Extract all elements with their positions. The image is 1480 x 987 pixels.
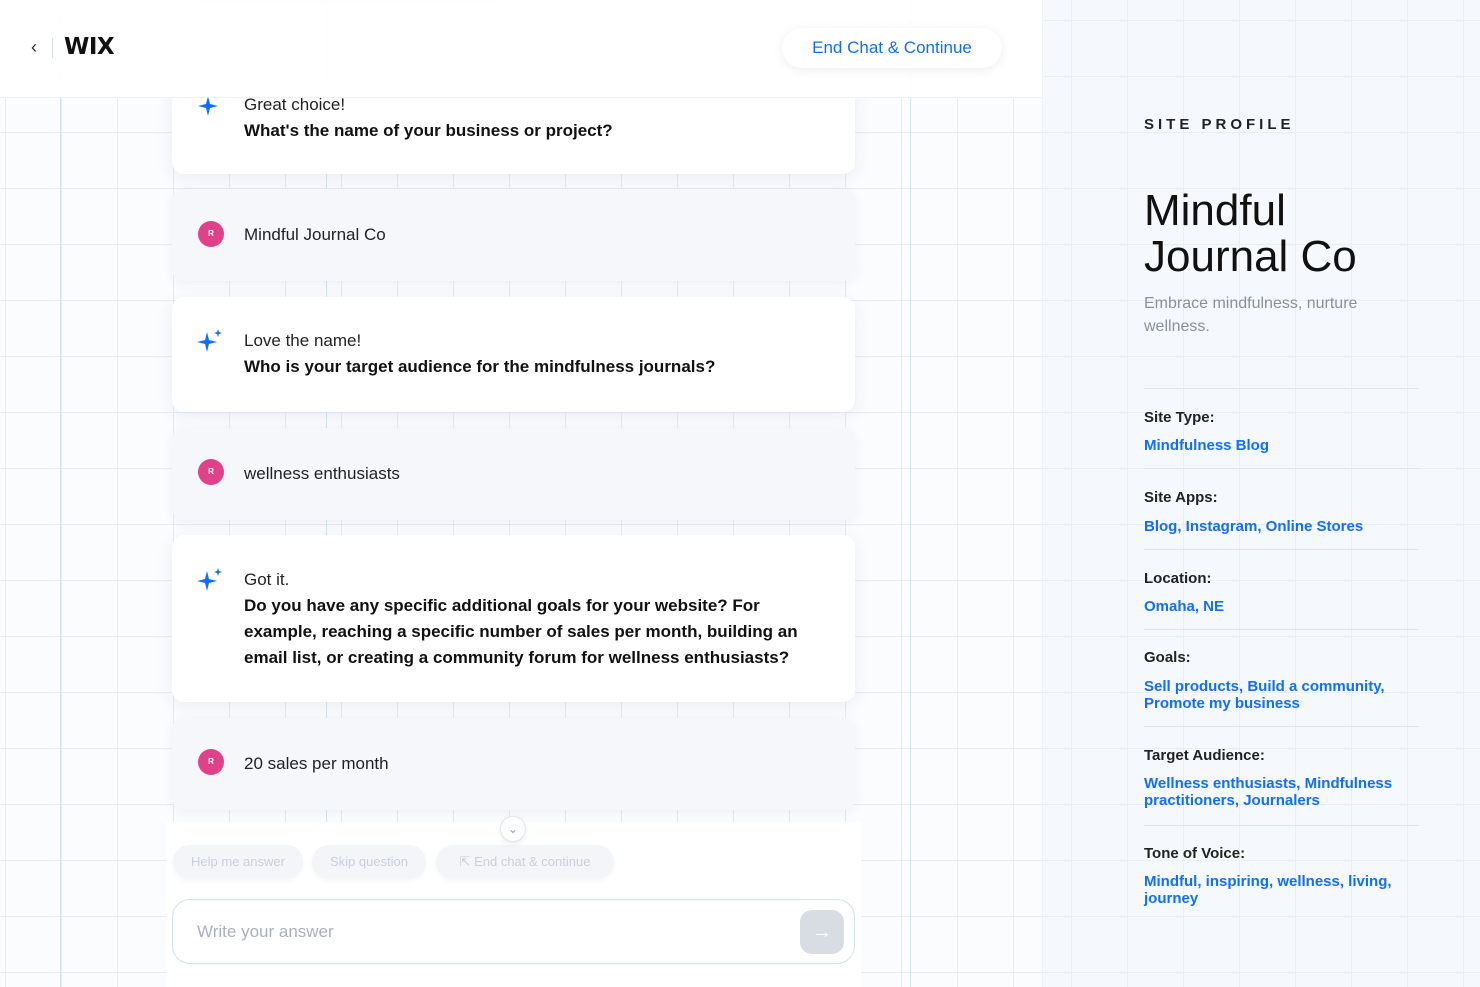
profile-field-target-audience: Target Audience: Wellness enthusiasts, M… <box>1144 726 1419 825</box>
top-bar: ‹ WIX End Chat & Continue <box>0 0 1042 98</box>
divider <box>52 38 53 58</box>
site-name: Mindful Journal Co <box>1144 186 1357 281</box>
site-tagline: Embrace mindfulness, nurture wellness. <box>1144 295 1358 335</box>
exit-icon: ⇱ <box>459 854 471 869</box>
field-label: Site Apps: <box>1144 489 1218 506</box>
ai-message: Love the name! Who is your target audien… <box>172 297 855 412</box>
field-label: Location: <box>1144 570 1212 587</box>
arrow-right-icon: → <box>812 921 832 943</box>
profile-field-location: Location: Omaha, NE <box>1144 549 1419 629</box>
send-button[interactable]: → <box>800 910 844 954</box>
sparkle-icon <box>197 329 222 352</box>
field-value: Mindfulness Blog <box>1144 437 1269 454</box>
answer-input[interactable] <box>197 920 777 944</box>
user-message-text: Mindful Journal Co <box>244 225 386 244</box>
end-chat-chip-label: End chat & continue <box>474 854 591 869</box>
help-me-answer-chip[interactable]: Help me answer <box>173 845 303 879</box>
user-avatar: R <box>198 221 224 247</box>
site-profile-panel: SITE PROFILE Mindful Journal Co Embrace … <box>1042 0 1480 987</box>
profile-field-tone-of-voice: Tone of Voice: Mindful, inspiring, welln… <box>1144 825 1419 925</box>
ai-message-lead: Love the name! <box>244 331 362 350</box>
field-value: Wellness enthusiasts, Mindfulness practi… <box>1144 775 1393 809</box>
field-value: Mindful, inspiring, wellness, living, jo… <box>1144 873 1392 907</box>
chevron-down-icon: ⌄ <box>507 822 519 836</box>
grid-guide <box>60 0 61 987</box>
sparkle-icon <box>197 568 222 591</box>
end-chat-chip[interactable]: ⇱ End chat & continue <box>436 845 614 879</box>
field-label: Target Audience: <box>1144 747 1265 764</box>
ai-message-question: What's the name of your business or proj… <box>244 121 613 140</box>
user-message-text: wellness enthusiasts <box>244 464 400 483</box>
chat-area: Great choice! What's the name of your bu… <box>0 0 1042 987</box>
ai-message-question: Do you have any specific additional goal… <box>244 596 798 667</box>
chevron-left-icon: ‹ <box>31 37 37 57</box>
user-avatar: R <box>198 749 224 775</box>
grid-guide <box>910 0 911 987</box>
end-chat-continue-button[interactable]: End Chat & Continue <box>782 28 1002 68</box>
field-value: Omaha, NE <box>1144 598 1225 615</box>
scroll-down-button[interactable]: ⌄ <box>500 816 526 842</box>
ai-message-question: Who is your target audience for the mind… <box>244 357 716 376</box>
profile-field-goals: Goals: Sell products, Build a community,… <box>1144 629 1419 726</box>
user-message-text: 20 sales per month <box>244 754 389 773</box>
ai-message: Got it. Do you have any specific additio… <box>172 535 855 702</box>
field-value: Blog, Instagram, Online Stores <box>1144 518 1364 535</box>
site-profile-heading: SITE PROFILE <box>1144 116 1295 133</box>
profile-field-site-apps: Site Apps: Blog, Instagram, Online Store… <box>1144 468 1419 549</box>
ai-message-lead: Got it. <box>244 570 290 589</box>
field-label: Site Type: <box>1144 409 1215 426</box>
back-button[interactable]: ‹ <box>24 36 44 58</box>
field-label: Goals: <box>1144 649 1191 666</box>
wix-logo: WIX <box>64 34 115 60</box>
profile-field-site-type: Site Type: Mindfulness Blog <box>1144 388 1419 468</box>
field-value: Sell products, Build a community, Promot… <box>1144 678 1385 712</box>
skip-question-chip[interactable]: Skip question <box>312 845 426 879</box>
user-avatar: R <box>198 459 224 485</box>
answer-box: → <box>172 899 855 964</box>
field-label: Tone of Voice: <box>1144 845 1246 862</box>
